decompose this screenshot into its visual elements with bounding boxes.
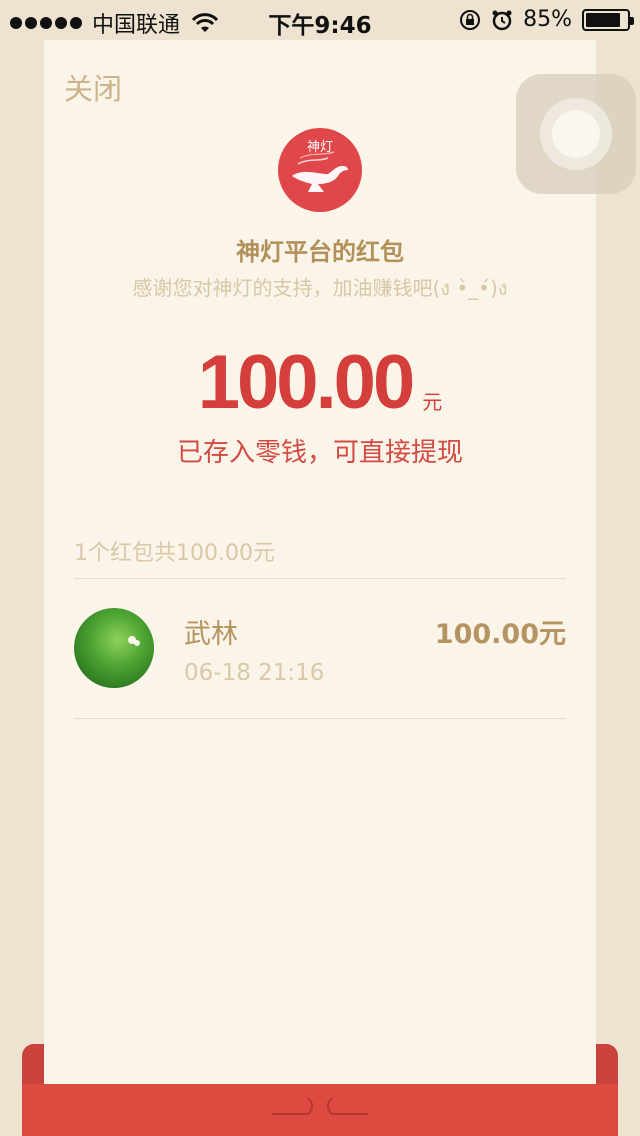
divider [74, 718, 566, 719]
withdraw-link[interactable]: 已存入零钱，可直接提现 [44, 432, 596, 469]
avatar [74, 608, 154, 688]
red-packet-detail-card: 关闭 神灯 神灯平台的红包 感谢您对神灯的支持，加油赚钱吧(ง •̀_•́)ง … [44, 40, 596, 1084]
sender-name: 神灯平台的红包 [236, 238, 404, 266]
status-right: 85% [459, 7, 634, 32]
magic-lamp-icon [292, 151, 348, 192]
close-button[interactable]: 关闭 [64, 66, 122, 108]
amount-row: 100.00 元 [44, 345, 596, 421]
wish-message: 感谢您对神灯的支持，加油赚钱吧(ง •̀_•́)ง [132, 276, 508, 300]
list-item[interactable]: 武林 06-18 21:16 100.00元 [74, 608, 566, 718]
status-bar: 中国联通 下午9:46 85% [0, 0, 640, 40]
recipient-name: 武林 [184, 619, 238, 650]
sender-logo: 神灯 [278, 128, 362, 212]
amount-value: 100.00 [197, 340, 415, 425]
battery-icon [582, 8, 634, 31]
envelope-clasp-icon [272, 1097, 368, 1115]
received-amount: 100.00元 [434, 619, 566, 650]
packet-summary: 1个红包共100.00元 [74, 541, 275, 566]
divider [74, 578, 566, 579]
alarm-icon [492, 10, 512, 30]
amount-unit: 元 [422, 390, 443, 414]
assistive-touch-button[interactable] [516, 74, 636, 194]
battery-percent: 85% [523, 7, 572, 32]
received-time: 06-18 21:16 [184, 660, 325, 686]
rotation-lock-icon [460, 9, 481, 30]
envelope-front [22, 1084, 618, 1136]
